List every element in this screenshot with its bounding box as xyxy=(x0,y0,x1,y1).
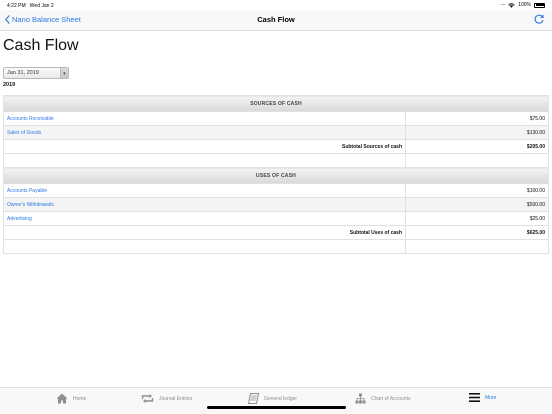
date-select-value: Jan 31, 2019 xyxy=(7,70,39,76)
amount-cell: $130.00 xyxy=(405,125,549,140)
subtotal-label: Subtotal Sources of cash xyxy=(3,139,406,154)
chevron-down-icon: ▼ xyxy=(60,68,68,78)
account-link[interactable]: Accounts Receivable xyxy=(7,116,54,122)
tab-label: Home xyxy=(73,395,87,402)
tab-more[interactable]: More xyxy=(469,393,496,402)
menu-lines-icon xyxy=(469,393,480,402)
table-row: Accounts Payable $100.00 xyxy=(3,183,549,198)
tab-journal-entries[interactable]: Journal Entries xyxy=(141,393,192,404)
date-select[interactable]: Jan 31, 2019 ▼ xyxy=(3,67,69,79)
house-icon xyxy=(56,393,68,404)
tab-label: Journal Entries xyxy=(159,395,193,402)
tab-bar: Home Journal Entries General ledger Char… xyxy=(0,387,552,414)
tab-general-ledger[interactable]: General ledger xyxy=(248,393,297,404)
battery-icon xyxy=(534,2,545,8)
subtotal-label: Subtotal Uses of cash xyxy=(3,225,406,240)
book-icon xyxy=(248,393,259,404)
org-chart-icon xyxy=(355,393,366,404)
amount-cell: $75.00 xyxy=(405,111,549,126)
subtotal-row: Subtotal Sources of cash $205.00 xyxy=(3,139,549,154)
tab-chart-of-accounts[interactable]: Chart of Accounts xyxy=(355,393,410,404)
section-header-label: SOURCES OF CASH xyxy=(3,95,549,112)
amount-cell: $100.00 xyxy=(405,183,549,198)
signal-dots-icon: ···· xyxy=(500,2,506,8)
year-label: 2019 xyxy=(3,82,16,88)
status-bar: 4:22 PM Wed Jan 2 ···· 100% xyxy=(0,0,552,10)
status-date: Wed Jan 2 xyxy=(29,3,54,9)
amount-cell: $25.00 xyxy=(405,211,549,226)
page-title: Cash Flow xyxy=(3,37,79,54)
battery-percent: 100% xyxy=(518,2,531,8)
tab-home[interactable]: Home xyxy=(56,393,86,404)
empty-row xyxy=(3,239,549,254)
subtotal-amount: $625.00 xyxy=(405,225,549,240)
section-header-uses: USES OF CASH xyxy=(3,167,549,184)
account-link[interactable]: Advertising xyxy=(7,216,32,222)
section-header-sources: SOURCES OF CASH xyxy=(3,95,549,112)
wifi-icon xyxy=(508,2,515,8)
account-link[interactable]: Sales of Goods xyxy=(7,130,41,136)
nav-title: Cash Flow xyxy=(257,15,295,24)
tab-label: Chart of Accounts xyxy=(371,395,411,402)
refresh-icon[interactable] xyxy=(533,13,545,25)
cash-flow-table: SOURCES OF CASH Accounts Receivable $75.… xyxy=(3,95,549,254)
subtotal-row: Subtotal Uses of cash $625.00 xyxy=(3,225,549,240)
tab-label: General ledger xyxy=(264,395,298,402)
status-time: 4:22 PM xyxy=(7,3,26,9)
subtotal-amount: $205.00 xyxy=(405,139,549,154)
table-row: Sales of Goods $130.00 xyxy=(3,125,549,140)
tab-label: More xyxy=(485,394,497,401)
account-link[interactable]: Owner's Withdrawals xyxy=(7,202,54,208)
home-indicator xyxy=(207,406,346,409)
account-link[interactable]: Accounts Payable xyxy=(7,188,47,194)
empty-row xyxy=(3,153,549,168)
section-header-label: USES OF CASH xyxy=(3,167,549,184)
table-row: Advertising $25.00 xyxy=(3,211,549,226)
navigation-bar: Nano Balance Sheet Cash Flow xyxy=(0,10,552,31)
table-row: Accounts Receivable $75.00 xyxy=(3,111,549,126)
amount-cell: $500.00 xyxy=(405,197,549,212)
repeat-arrows-icon xyxy=(141,394,154,403)
table-row: Owner's Withdrawals $500.00 xyxy=(3,197,549,212)
